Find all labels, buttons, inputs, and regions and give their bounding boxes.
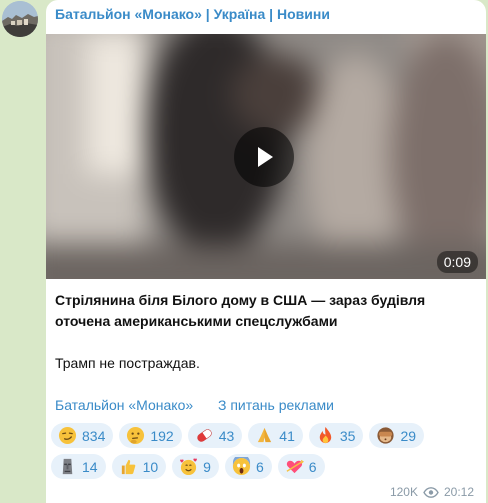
view-count: 120K <box>389 485 418 499</box>
play-button[interactable] <box>234 127 294 187</box>
video-duration: 0:09 <box>436 251 478 273</box>
pill-icon <box>197 429 212 442</box>
channel-link[interactable]: Батальйон «Монако» <box>55 396 193 414</box>
reaction-smirk[interactable]: 834 <box>51 423 114 448</box>
thumbs-up-icon <box>121 459 135 475</box>
moai-icon <box>62 458 73 475</box>
reaction-see-no-evil[interactable]: 29 <box>369 423 425 448</box>
channel-avatar[interactable] <box>2 1 38 37</box>
message-body: Трамп не постраждав. <box>55 355 200 371</box>
play-icon <box>258 147 273 167</box>
reaction-count: 192 <box>150 427 174 444</box>
reaction-screaming[interactable]: 6 <box>224 454 272 479</box>
channel-name[interactable]: Батальйон «Монако» | Україна | Новини <box>55 6 330 22</box>
smiling-face-with-hearts-icon <box>180 458 198 476</box>
message-time: 20:12 <box>443 485 474 499</box>
reaction-moai[interactable]: 14 <box>51 454 106 479</box>
reaction-smiling-hearts[interactable]: 9 <box>172 454 219 479</box>
reaction-heart-arrow[interactable]: 6 <box>277 454 325 479</box>
smirk-face-icon <box>58 426 77 445</box>
reaction-folded-hands[interactable]: 41 <box>248 423 303 448</box>
heart-with-arrow-icon <box>286 459 304 474</box>
reaction-count: 834 <box>82 427 106 444</box>
fire-icon <box>319 426 332 444</box>
eye-icon <box>423 486 439 498</box>
see-no-evil-monkey-icon <box>377 427 395 444</box>
reaction-count: 6 <box>308 458 317 475</box>
ads-link[interactable]: З питань реклами <box>218 396 334 414</box>
screaming-face-icon <box>232 457 251 476</box>
reaction-pill[interactable]: 43 <box>187 423 243 448</box>
reaction-thinking[interactable]: 192 <box>119 423 182 448</box>
reaction-count: 29 <box>400 427 417 444</box>
reaction-count: 43 <box>218 427 235 444</box>
message-headline: Стрілянина біля Білого дому в США — зара… <box>55 292 426 329</box>
reaction-count: 9 <box>203 458 211 475</box>
reaction-fire[interactable]: 35 <box>308 423 364 448</box>
folded-hands-icon <box>258 427 272 443</box>
reaction-count: 6 <box>255 458 264 475</box>
reactions-bar: 834 192 43 41 35 29 14 10 9 6 6 <box>51 423 471 485</box>
reaction-count: 35 <box>339 427 356 444</box>
message-bubble: Батальйон «Монако» | Україна | Новини 0:… <box>46 0 486 503</box>
reaction-count: 10 <box>142 458 159 475</box>
reaction-count: 14 <box>82 458 98 475</box>
message-footer: 120K 20:12 <box>390 485 474 499</box>
thinking-face-icon <box>127 426 145 445</box>
video-player[interactable]: 0:09 <box>46 34 486 279</box>
reaction-count: 41 <box>279 427 295 444</box>
reaction-thumbs-up[interactable]: 10 <box>111 454 167 479</box>
